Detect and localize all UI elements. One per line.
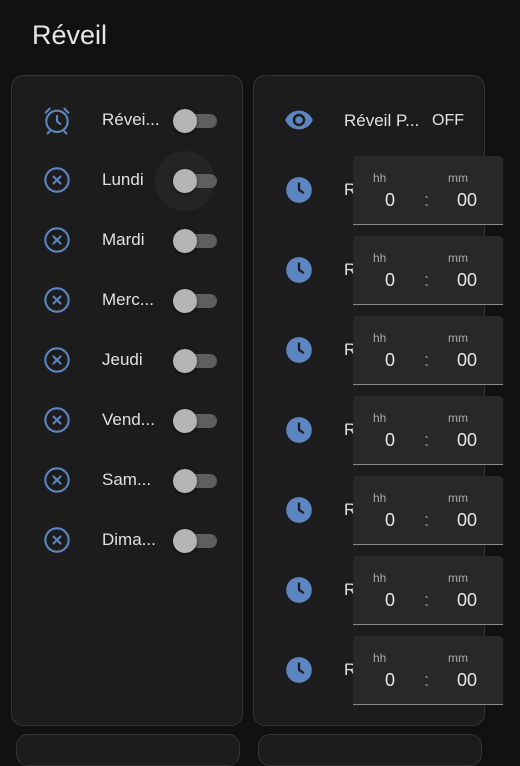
- alarm-clock-icon: [41, 104, 73, 136]
- close-circle-icon: [41, 464, 73, 496]
- header-state: OFF: [432, 112, 464, 129]
- close-circle-icon: [41, 404, 73, 436]
- minutes-caption: mm: [448, 251, 468, 265]
- next-card-right: [258, 734, 482, 766]
- toggle-switch[interactable]: [173, 108, 219, 133]
- minutes-caption: mm: [448, 571, 468, 585]
- hours-caption: hh: [373, 651, 387, 665]
- hours-caption: hh: [373, 411, 387, 425]
- row-label: Lundi: [102, 170, 144, 189]
- hours-caption: hh: [373, 491, 387, 505]
- toggle-switch[interactable]: [173, 408, 219, 433]
- time-separator: :: [424, 670, 430, 690]
- toggle-knob: [173, 229, 197, 253]
- minutes-field[interactable]: 00: [433, 510, 477, 531]
- time-input[interactable]: hh mm 0:00: [353, 636, 503, 705]
- toggle-switch[interactable]: [173, 228, 219, 253]
- row-label: Vend...: [102, 410, 155, 429]
- eye-icon: [284, 105, 314, 135]
- time-separator: :: [424, 190, 430, 210]
- toggle-switch[interactable]: [173, 168, 219, 193]
- row-label: Mardi: [102, 230, 145, 249]
- row-label: Sam...: [102, 470, 152, 489]
- toggle-knob: [173, 529, 197, 553]
- hours-caption: hh: [373, 171, 387, 185]
- hours-caption: hh: [373, 331, 387, 345]
- close-circle-icon: [41, 344, 73, 376]
- row-label: Révei...: [102, 110, 160, 129]
- row-label: Dima...: [102, 530, 156, 549]
- close-circle-icon: [41, 224, 73, 256]
- time-separator: :: [424, 430, 430, 450]
- row-label: Jeudi: [102, 350, 143, 369]
- time-separator: :: [424, 590, 430, 610]
- page-title: Réveil: [32, 20, 108, 50]
- next-card-left: [16, 734, 240, 766]
- clock-icon: [285, 256, 313, 284]
- minutes-field[interactable]: 00: [433, 270, 477, 291]
- clock-icon: [285, 496, 313, 524]
- close-circle-icon: [41, 524, 73, 556]
- close-circle-icon: [41, 284, 73, 316]
- minutes-caption: mm: [448, 171, 468, 185]
- header-label: Réveil P...: [344, 111, 420, 130]
- clock-icon: [285, 416, 313, 444]
- row-label: Merc...: [102, 290, 154, 309]
- hours-field[interactable]: 0: [353, 270, 395, 291]
- hours-field[interactable]: 0: [353, 590, 395, 611]
- toggle-knob: [173, 169, 197, 193]
- time-input[interactable]: hh mm 0:00: [353, 476, 503, 545]
- clock-icon: [285, 176, 313, 204]
- toggle-switch[interactable]: [173, 348, 219, 373]
- clock-icon: [285, 656, 313, 684]
- hours-caption: hh: [373, 571, 387, 585]
- close-circle-icon: [41, 164, 73, 196]
- toggle-switch[interactable]: [173, 468, 219, 493]
- minutes-caption: mm: [448, 651, 468, 665]
- time-input[interactable]: hh mm 0:00: [353, 316, 503, 385]
- toggle-knob: [173, 289, 197, 313]
- minutes-caption: mm: [448, 491, 468, 505]
- clock-icon: [285, 576, 313, 604]
- toggle-switch[interactable]: [173, 528, 219, 553]
- toggle-knob: [173, 109, 197, 133]
- time-input[interactable]: hh mm 0:00: [353, 556, 503, 625]
- minutes-field[interactable]: 00: [433, 190, 477, 211]
- minutes-caption: mm: [448, 411, 468, 425]
- minutes-field[interactable]: 00: [433, 590, 477, 611]
- time-input[interactable]: hh mm 0:00: [353, 396, 503, 465]
- toggle-knob: [173, 469, 197, 493]
- time-separator: :: [424, 510, 430, 530]
- toggle-knob: [173, 349, 197, 373]
- hours-field[interactable]: 0: [353, 350, 395, 371]
- hours-field[interactable]: 0: [353, 670, 395, 691]
- toggle-switch[interactable]: [173, 288, 219, 313]
- clock-icon: [285, 336, 313, 364]
- time-separator: :: [424, 350, 430, 370]
- hours-field[interactable]: 0: [353, 190, 395, 211]
- minutes-field[interactable]: 00: [433, 670, 477, 691]
- time-separator: :: [424, 270, 430, 290]
- minutes-caption: mm: [448, 331, 468, 345]
- minutes-field[interactable]: 00: [433, 430, 477, 451]
- time-input[interactable]: hh mm 0:00: [353, 156, 503, 225]
- time-input[interactable]: hh mm 0:00: [353, 236, 503, 305]
- hours-field[interactable]: 0: [353, 430, 395, 451]
- minutes-field[interactable]: 00: [433, 350, 477, 371]
- hours-field[interactable]: 0: [353, 510, 395, 531]
- hours-caption: hh: [373, 251, 387, 265]
- toggle-knob: [173, 409, 197, 433]
